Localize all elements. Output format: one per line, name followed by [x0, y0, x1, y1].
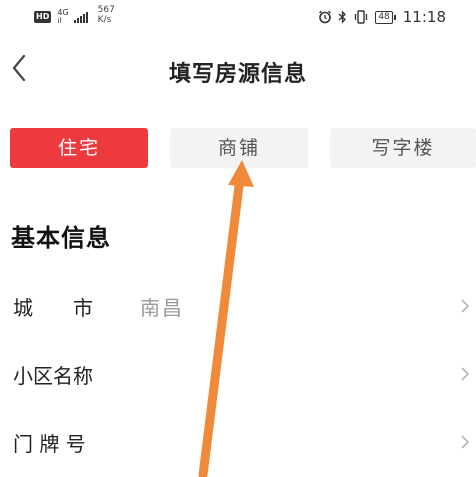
property-type-tabs: 住宅 商铺 写字楼 — [0, 128, 476, 168]
chevron-right-icon — [461, 435, 470, 449]
community-name-label: 小区名称 — [13, 364, 93, 388]
form-row-city[interactable]: 城 市 南昌 — [0, 284, 476, 328]
clock: 11:18 — [402, 8, 446, 26]
vibrate-icon — [355, 10, 368, 24]
network-speed: 567 K/s — [98, 5, 115, 25]
section-title: 基本信息 — [11, 223, 111, 252]
network-activity: ıl — [57, 16, 62, 25]
status-left: HD 4G ıl 567 K/s — [34, 5, 115, 25]
battery-icon: 48 — [375, 10, 397, 24]
house-number-label: 门 牌 号 — [13, 432, 86, 456]
city-value: 南昌 — [140, 296, 184, 320]
tab-office[interactable]: 写字楼 — [330, 128, 476, 168]
tab-shop[interactable]: 商铺 — [170, 128, 308, 168]
chevron-right-icon — [461, 299, 470, 313]
status-bar: HD 4G ıl 567 K/s 48 11:18 — [0, 0, 476, 34]
alarm-icon — [319, 10, 332, 24]
bluetooth-icon — [338, 10, 347, 24]
form-row-house-number[interactable]: 门 牌 号 — [0, 420, 476, 464]
form-row-community[interactable]: 小区名称 — [0, 352, 476, 396]
hd-badge: HD — [34, 11, 52, 23]
nav-bar: 填写房源信息 — [0, 40, 476, 96]
page-title: 填写房源信息 — [168, 61, 307, 87]
tab-residential[interactable]: 住宅 — [10, 128, 148, 168]
city-label: 城 市 — [13, 296, 93, 320]
signal-icon — [73, 11, 88, 23]
network-speed-value: 567 — [97, 5, 115, 15]
network-speed-unit: K/s — [97, 15, 112, 25]
network-type: 4G ıl — [57, 9, 68, 25]
status-right: 48 11:18 — [318, 8, 446, 26]
chevron-right-icon — [461, 367, 470, 381]
